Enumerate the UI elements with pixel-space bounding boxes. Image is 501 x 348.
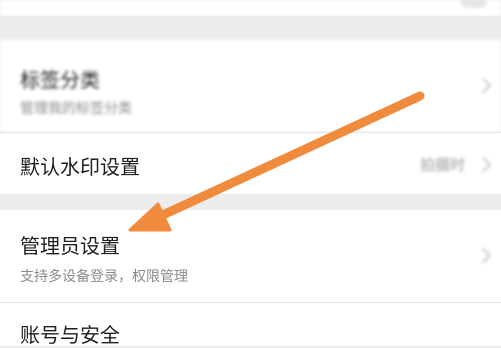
top-toggle[interactable]: [461, 0, 487, 8]
admin-settings-subtitle: 支持多设备登录，权限管理: [20, 269, 188, 285]
admin-settings-row[interactable]: 管理员设置 支持多设备登录，权限管理: [0, 210, 501, 302]
tag-category-title: 标签分类: [20, 68, 100, 92]
section-gap-1: [0, 16, 501, 40]
account-security-title: 账号与安全: [20, 323, 120, 347]
watermark-title: 默认水印设置: [20, 155, 140, 179]
chevron-right-icon: [475, 247, 492, 264]
watermark-value: 拍摄时: [419, 156, 465, 174]
admin-settings-title: 管理员设置: [20, 234, 120, 258]
chevron-right-icon: [475, 77, 492, 94]
chevron-right-icon: [475, 156, 492, 173]
section-gap-2: [0, 194, 501, 210]
tag-category-row[interactable]: 标签分类 管理我的标签分类: [0, 40, 501, 132]
watermark-row[interactable]: 默认水印设置 拍摄时: [0, 133, 501, 194]
top-card: [0, 0, 501, 16]
tag-category-subtitle: 管理我的标签分类: [20, 101, 132, 117]
account-security-row[interactable]: 账号与安全: [0, 303, 501, 347]
